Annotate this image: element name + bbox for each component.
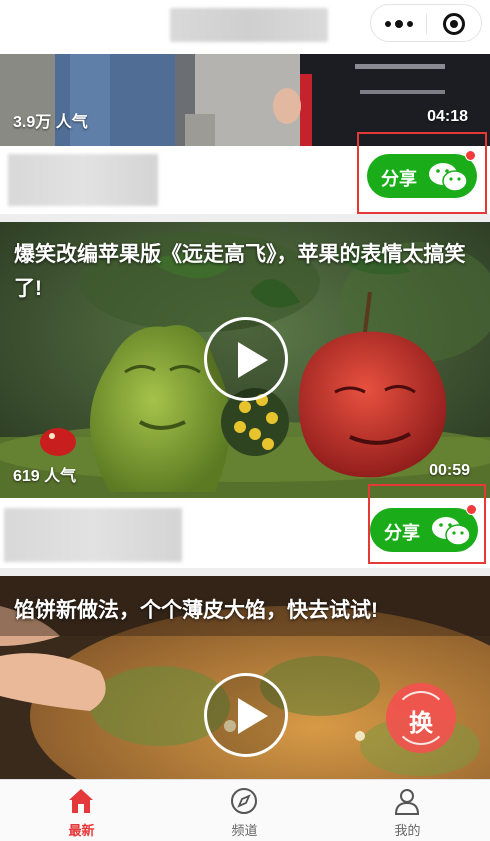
blurred-author-name-2 [4,508,182,562]
capsule-divider [426,14,427,34]
blurred-page-title [170,8,328,42]
tab-channels[interactable]: 频道 [163,780,326,841]
mini-program-capsule [370,4,482,42]
bottom-tab-bar: 最新 频道 我的 [0,779,490,841]
notification-dot-1 [465,150,476,161]
video-title-2: 爆笑改编苹果版《远走高飞》，苹果的表情太搞笑了! [14,243,466,300]
target-circle-icon[interactable] [443,13,465,35]
view-count-1: 3.9万 人气 [13,114,88,131]
home-icon [69,789,93,813]
notification-dot-2 [466,504,477,515]
share-label-2: 分享 [384,523,420,543]
video-title-3: 馅饼新做法，个个薄皮大馅，快去试试! [14,599,378,622]
video-thumbnail-2[interactable]: 爆笑改编苹果版《远走高飞》，苹果的表情太搞笑了! 619 人气 00:59 [0,222,490,498]
video-duration-2: 00:59 [429,462,470,479]
tab-latest[interactable]: 最新 [0,780,163,841]
more-dots-icon[interactable] [385,20,413,28]
tab-channels-label: 频道 [231,823,258,838]
wechat-icon [432,517,471,546]
share-button-1[interactable]: 分享 [367,150,477,198]
share-button-2[interactable]: 分享 [370,504,478,552]
play-icon-2[interactable] [204,317,288,401]
top-nav-bar [0,0,490,54]
share-label-1: 分享 [381,169,417,189]
compass-icon [231,788,257,814]
tab-mine[interactable]: 我的 [326,780,489,841]
video-duration-1: 04:18 [427,108,468,125]
blurred-author-name-1 [8,154,158,206]
view-count-2: 619 人气 [13,468,77,485]
video-info-row-1: 分享 [0,132,490,214]
video-info-row-2: 分享 [0,484,490,568]
play-icon-3[interactable] [204,673,288,757]
tab-mine-label: 我的 [394,823,421,838]
refresh-label: 换 [409,710,433,737]
wechat-icon [429,163,468,192]
user-icon [394,789,420,815]
refresh-button[interactable]: 换 [386,683,456,753]
tab-latest-label: 最新 [68,823,95,838]
